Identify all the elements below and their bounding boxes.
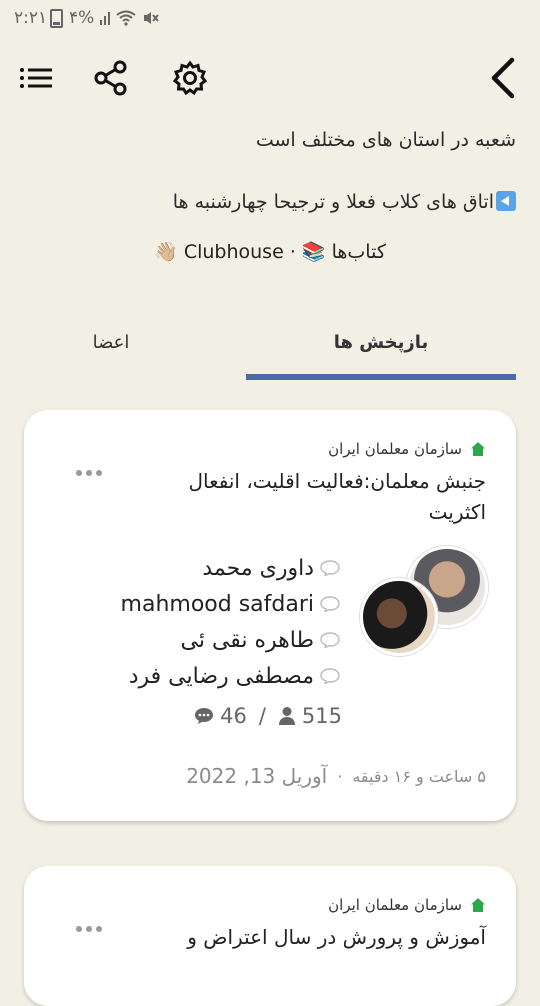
avatar — [360, 578, 438, 656]
replay-card[interactable]: سازمان معلمان ایران آموزش و پرورش در سال… — [24, 866, 516, 1006]
rooms-text: اتاق های کلاب فعلا و ترجیحا چهارشنبه ها — [172, 191, 494, 213]
org-name: سازمان معلمان ایران — [328, 440, 462, 458]
play-icon — [496, 191, 516, 211]
list-icon — [20, 68, 52, 88]
status-icons: ۴% — [50, 8, 160, 28]
chat-count: 46 — [220, 704, 247, 728]
description-clipped-line — [24, 105, 516, 125]
home-icon — [471, 442, 485, 456]
date: آوریل 13, 2022 — [186, 764, 328, 788]
settings-button[interactable] — [162, 45, 218, 111]
card-title: آموزش و پرورش در سال اعتراض و — [187, 925, 486, 949]
home-icon — [471, 898, 485, 912]
settings-icon — [172, 60, 208, 96]
tab-members[interactable]: اعضا — [0, 315, 222, 377]
chat-bubble-icon — [320, 560, 340, 576]
card-org: سازمان معلمان ایران — [328, 440, 486, 458]
speaker-item: داوری محمد — [121, 550, 340, 586]
card-meta: ۵ ساعت و ۱۶ دقیقه · آوریل 13, 2022 — [186, 764, 486, 788]
list-button[interactable] — [8, 45, 64, 111]
active-tab-indicator — [246, 374, 516, 380]
wifi-icon — [116, 10, 136, 26]
share-button[interactable] — [83, 45, 139, 111]
card-org: سازمان معلمان ایران — [328, 896, 486, 914]
tab-bar: اعضا بازپخش ها — [0, 315, 540, 381]
toolbar — [0, 45, 540, 111]
chat-bubble-icon — [320, 668, 340, 684]
speaker-item: طاهره نقی ئی — [121, 622, 340, 658]
speaker-name: طاهره نقی ئی — [180, 627, 314, 653]
person-icon — [278, 707, 295, 725]
card-menu-button[interactable] — [76, 918, 106, 938]
mute-icon — [144, 12, 160, 24]
rooms-line: اتاق های کلاب فعلا و ترجیحا چهارشنبه ها — [24, 187, 516, 217]
description-line: شعبه در استان های مختلف است — [255, 129, 516, 151]
battery-icon — [50, 8, 63, 28]
meta-dot: · — [337, 766, 343, 786]
listener-count: 515 — [301, 704, 342, 728]
status-bar: ۲:۲۱ ۴% — [0, 0, 540, 38]
group-description: شعبه در استان های مختلف است اتاق های کلا… — [24, 105, 516, 217]
replay-card[interactable]: سازمان معلمان ایران جنبش معلمان:فعالیت ا… — [24, 410, 516, 821]
speaker-item: mahmood safdari — [121, 586, 340, 622]
speaker-avatars — [360, 546, 490, 656]
status-time: ۲:۲۱ — [14, 8, 48, 28]
battery-percent: ۴% — [69, 8, 95, 28]
chat-bubble-icon — [320, 596, 340, 612]
share-icon — [94, 60, 127, 96]
back-button[interactable] — [474, 45, 530, 111]
chat-bubble-icon — [320, 632, 340, 648]
org-name: سازمان معلمان ایران — [328, 896, 462, 914]
speaker-item: مصطفی رضایی فرد — [121, 658, 340, 694]
chat-icon — [195, 708, 214, 724]
stats-separator: / — [258, 704, 266, 728]
signal-icon — [100, 11, 111, 25]
speaker-name: mahmood safdari — [120, 591, 314, 617]
speaker-name: مصطفی رضایی فرد — [128, 663, 314, 689]
card-menu-button[interactable] — [76, 462, 106, 482]
card-title: جنبش معلمان:فعالیت اقلیت، انفعال اکثریت — [188, 469, 486, 524]
tab-replays[interactable]: بازپخش ها — [246, 315, 516, 377]
back-arrow-icon — [491, 57, 515, 99]
duration: ۵ ساعت و ۱۶ دقیقه — [352, 766, 486, 786]
group-tags[interactable]: کتاب‌ها 📚 · Clubhouse 👋🏼 — [0, 240, 540, 263]
speaker-name: داوری محمد — [202, 555, 314, 581]
speaker-list: داوری محمد mahmood safdari طاهره نقی ئی … — [121, 550, 340, 694]
room-stats: 46 / 515 — [194, 704, 342, 728]
